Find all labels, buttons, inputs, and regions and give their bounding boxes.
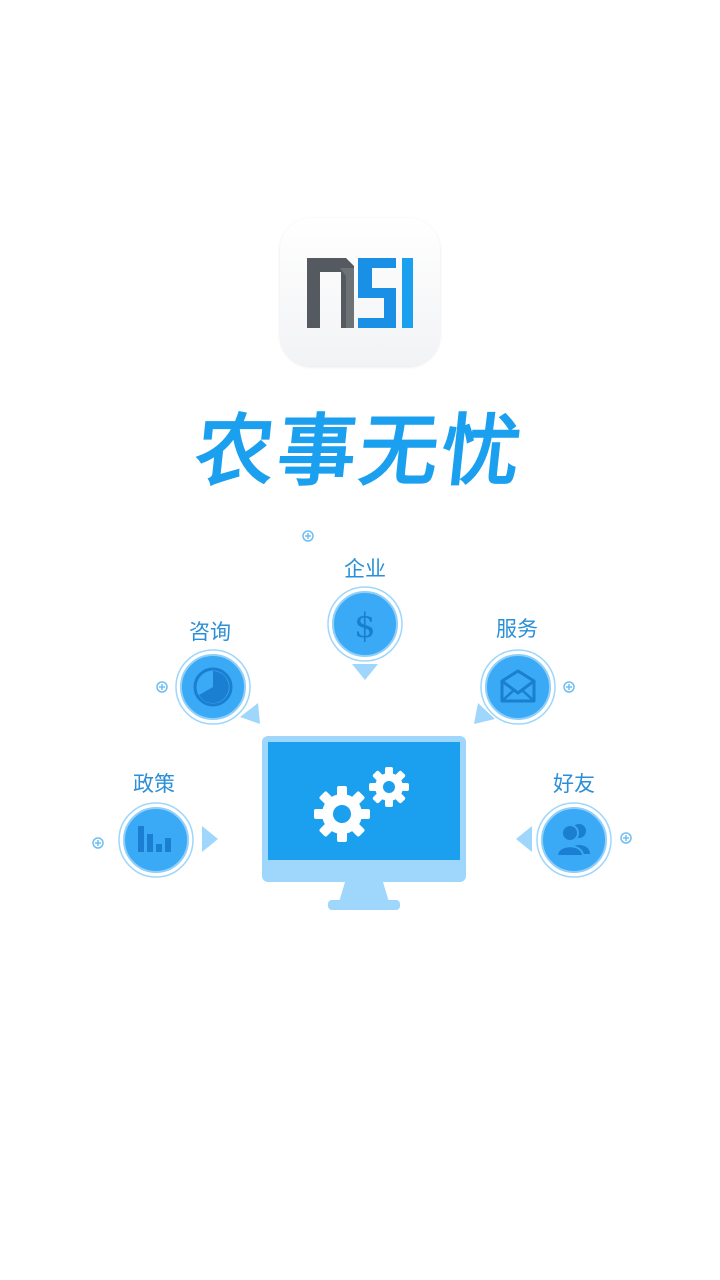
feature-button-consult[interactable]	[175, 649, 251, 725]
plus-circle-icon	[302, 530, 314, 542]
pointer-triangle-icon	[202, 826, 218, 852]
plus-circle-icon	[620, 832, 632, 844]
plus-circle-icon	[156, 681, 168, 693]
feature-label-enterprise: 企业	[344, 557, 386, 581]
bar-chart-icon	[118, 802, 194, 878]
monitor-icon	[262, 736, 466, 910]
feature-button-enterprise[interactable]: $	[327, 586, 403, 662]
users-icon	[536, 802, 612, 878]
dollar-icon: $	[327, 586, 403, 662]
pointer-triangle-icon	[352, 664, 378, 680]
feature-button-policy[interactable]	[118, 802, 194, 878]
mail-icon	[480, 649, 556, 725]
radar-icon	[175, 649, 251, 725]
plus-circle-icon	[563, 681, 575, 693]
svg-text:$: $	[354, 606, 376, 646]
feature-button-friends[interactable]	[536, 802, 612, 878]
feature-label-consult: 咨询	[189, 620, 231, 644]
feature-label-policy: 政策	[133, 772, 175, 796]
pointer-triangle-icon	[516, 826, 532, 852]
feature-label-service: 服务	[496, 617, 538, 641]
feature-button-service[interactable]	[480, 649, 556, 725]
feature-label-friends: 好友	[553, 772, 595, 796]
plus-circle-icon	[92, 837, 104, 849]
